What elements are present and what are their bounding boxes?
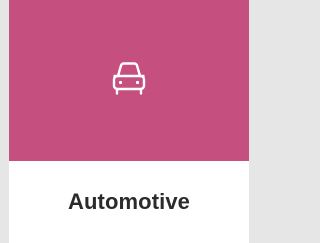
category-card-automotive[interactable]: Automotive (9, 0, 249, 243)
category-card-image (9, 0, 249, 161)
category-card-label: Automotive (68, 189, 190, 214)
car-icon (112, 61, 146, 95)
